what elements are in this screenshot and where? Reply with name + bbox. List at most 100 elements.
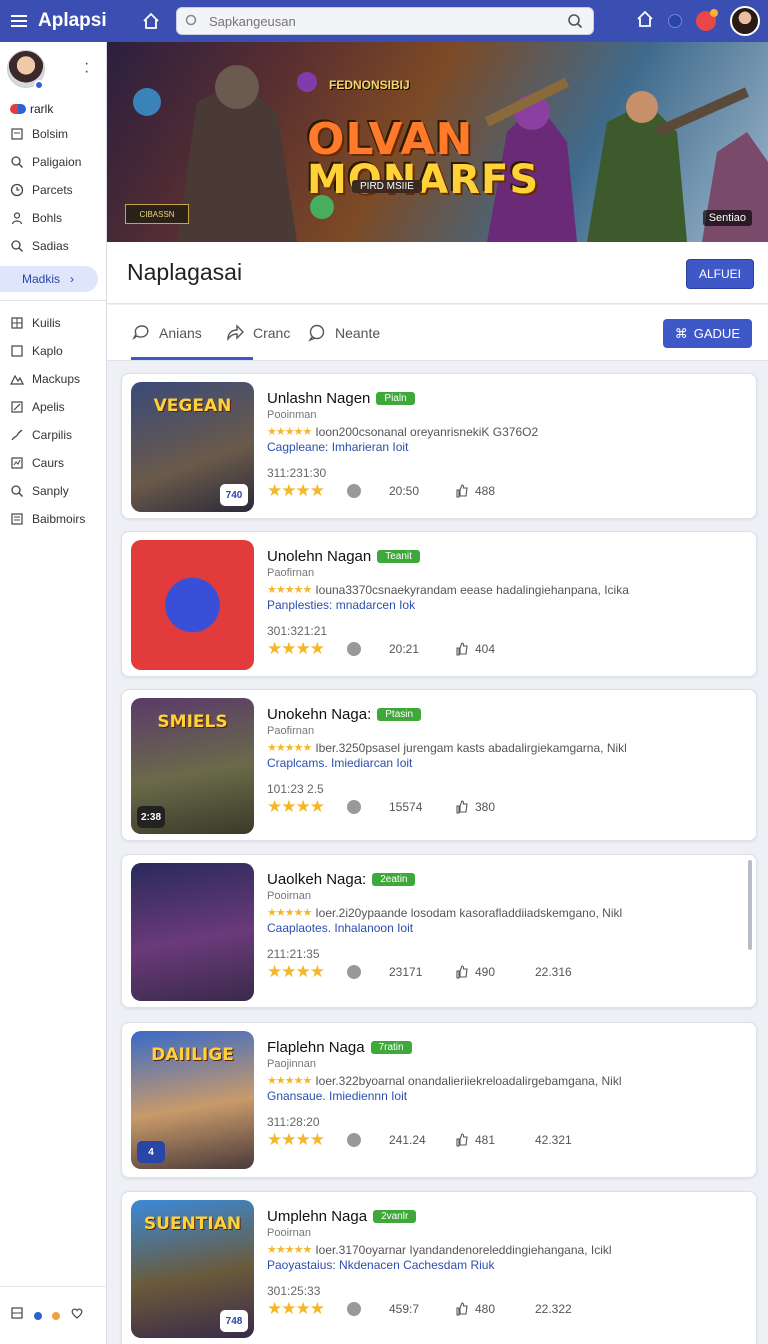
- platform-line[interactable]: Craplcams. Imiediarcan Ioit: [267, 756, 627, 774]
- sidebar-item-parcets[interactable]: Parcets: [0, 176, 106, 204]
- game-title[interactable]: Umplehn Naga: [267, 1208, 367, 1225]
- sidebar-item-madkis[interactable]: Madkis ›: [0, 266, 98, 292]
- like-icon[interactable]: [455, 1133, 469, 1147]
- sidebar-item-paligaion[interactable]: Paligaion: [0, 148, 106, 176]
- sidebar-item-kaplo[interactable]: Kaplo: [0, 337, 106, 365]
- platform-line[interactable]: Gnansaue. Imiediennn Ioit: [267, 1089, 622, 1107]
- release-date: 101:23 2.5: [267, 782, 324, 796]
- platform-line[interactable]: Panplesties: mnadarcen Iok: [267, 598, 629, 616]
- game-thumbnail[interactable]: DAIILIGE 4: [131, 1031, 254, 1169]
- tab-action-button[interactable]: ⌘ GADUE: [662, 319, 752, 348]
- user-avatar[interactable]: [730, 6, 760, 36]
- status-badge: Ptasin: [377, 707, 422, 721]
- user-name: rarlk: [30, 102, 54, 116]
- home-nav-icon[interactable]: [636, 10, 654, 33]
- rating-stars-icon: ★★★★: [267, 797, 325, 816]
- sidebar-item-bohls[interactable]: Bohls: [0, 204, 106, 232]
- sidebar-item-baibmoirs[interactable]: Baibmoirs: [0, 505, 106, 533]
- platform-line[interactable]: Paoyastaius: Nkdenacen Cachesdam Riuk: [267, 1258, 612, 1276]
- download-icon: [347, 484, 361, 498]
- downloads-count: 23171: [389, 965, 423, 979]
- hero-banner[interactable]: FEDNONSIBIJ OLVAN MONARFS PIRD MSIIE CIB…: [107, 42, 768, 242]
- game-description: Ioer.2i20ypaande losodam kasorafladdiiad…: [315, 905, 623, 920]
- document-icon: [10, 127, 24, 141]
- release-date: 301:25:33: [267, 1284, 321, 1298]
- thumbnail-badge: 748: [220, 1310, 248, 1332]
- home-icon[interactable]: [134, 12, 168, 30]
- like-icon[interactable]: [455, 965, 469, 979]
- search-input[interactable]: [203, 13, 567, 29]
- menu-icon[interactable]: [0, 0, 38, 42]
- header-action-button[interactable]: ALFUEI: [685, 259, 754, 289]
- like-icon[interactable]: [455, 642, 469, 656]
- person-icon: [10, 211, 24, 225]
- like-icon[interactable]: [455, 1302, 469, 1316]
- extra-count: 22.322: [535, 1302, 572, 1316]
- sidebar-item-label: Bolsim: [32, 127, 69, 141]
- game-info: Flaplehn Naga 7ratin Paojinnan ★★★★★ Ioer.…: [267, 1037, 622, 1151]
- sidebar-item-apelis[interactable]: Apelis: [0, 393, 106, 421]
- sidebar-item-bolsim[interactable]: Bolsim: [0, 120, 106, 148]
- download-icon: [347, 965, 361, 979]
- game-card[interactable]: SUENTIAN 748 Umplehn Naga 2vanlr Pooirnan…: [121, 1191, 757, 1344]
- game-title[interactable]: Uaolkeh Naga:: [267, 871, 366, 888]
- book-icon: [10, 512, 24, 526]
- chevron-right-icon: ›: [70, 272, 75, 286]
- sidebar-item-label: Sadias: [32, 239, 69, 253]
- tab-anians[interactable]: Anians: [131, 323, 202, 343]
- profile-badge: [34, 80, 44, 90]
- layout-icon[interactable]: [10, 1306, 24, 1325]
- small-stars-icon: ★★★★★: [267, 907, 312, 919]
- sidebar-item-sanply[interactable]: Sanply: [0, 477, 106, 505]
- search-bar[interactable]: [176, 7, 594, 35]
- banner-logo: CIBASSN: [125, 204, 189, 224]
- sidebar-item-sadias[interactable]: Sadias: [0, 232, 106, 260]
- sidebar-item-label: Kaplo: [32, 344, 63, 358]
- sidebar-item-kuilis[interactable]: Kuilis: [0, 309, 106, 337]
- game-card[interactable]: SMIELS 2:38 Unokehn Naga: Ptasin Paofirna…: [121, 689, 757, 841]
- tab-cranc[interactable]: Cranc: [225, 323, 290, 343]
- game-title[interactable]: Unokehn Naga:: [267, 706, 371, 723]
- more-options-icon[interactable]: · ·: [84, 56, 89, 80]
- status-icon[interactable]: [668, 14, 682, 28]
- game-title[interactable]: Flaplehn Naga: [267, 1039, 365, 1056]
- sidebar-item-carpilis[interactable]: Carpilis: [0, 421, 106, 449]
- search-submit-icon[interactable]: [567, 12, 585, 30]
- game-title[interactable]: Unlashn Nagen: [267, 390, 370, 407]
- user-row[interactable]: rarlk: [0, 98, 106, 120]
- tab-neante[interactable]: Neante: [307, 323, 380, 343]
- downloads-count: 459:7: [389, 1302, 420, 1316]
- like-icon[interactable]: [455, 800, 469, 814]
- sidebar-item-caurs[interactable]: Caurs: [0, 449, 106, 477]
- comment-icon: [308, 324, 325, 342]
- game-thumbnail[interactable]: SMIELS 2:38: [131, 698, 254, 834]
- release-date: 301:321:21: [267, 624, 328, 638]
- active-tab-indicator: [131, 357, 253, 360]
- scrollbar[interactable]: [748, 860, 752, 950]
- platform-line[interactable]: Caaplaotes. Inhalanoon Ioit: [267, 921, 622, 939]
- heart-icon[interactable]: [70, 1306, 84, 1325]
- banner-tag[interactable]: Sentiao: [702, 210, 752, 226]
- banner-subtitle: PIRD MSIIE: [352, 180, 422, 193]
- game-card[interactable]: VEGEAN 740 Unlashn Nagen Pialn Pooinman ★…: [121, 373, 757, 519]
- like-icon[interactable]: [455, 484, 469, 498]
- game-thumbnail[interactable]: [131, 540, 254, 670]
- thumbnail-title: DAIILIGE: [151, 1045, 234, 1065]
- game-card[interactable]: DAIILIGE 4 Flaplehn Naga 7ratin Paojinnan…: [121, 1022, 757, 1178]
- notification-icon[interactable]: [696, 9, 718, 31]
- game-card[interactable]: Unolehn Nagan Teanit Paofirnan ★★★★★ Iouna…: [121, 531, 757, 677]
- platform-line[interactable]: Cagpleane: Imharieran Ioit: [267, 440, 595, 458]
- game-title[interactable]: Unolehn Nagan: [267, 548, 371, 565]
- sidebar-item-mackups[interactable]: Mackups: [0, 365, 106, 393]
- blue-dot-icon[interactable]: [34, 1311, 42, 1320]
- app-title[interactable]: Aplapsi: [38, 10, 134, 32]
- small-stars-icon: ★★★★★: [267, 1244, 312, 1256]
- game-thumbnail[interactable]: VEGEAN 740: [131, 382, 254, 512]
- game-card[interactable]: Uaolkeh Naga: 2eatin Pooirnan ★★★★★ Ioer.2…: [121, 854, 757, 1008]
- orange-dot-icon[interactable]: [52, 1311, 60, 1320]
- profile: · ·: [0, 42, 106, 98]
- game-thumbnail[interactable]: [131, 863, 254, 1001]
- search-icon: [10, 239, 24, 253]
- status-badge: 2eatin: [372, 872, 416, 886]
- game-thumbnail[interactable]: SUENTIAN 748: [131, 1200, 254, 1338]
